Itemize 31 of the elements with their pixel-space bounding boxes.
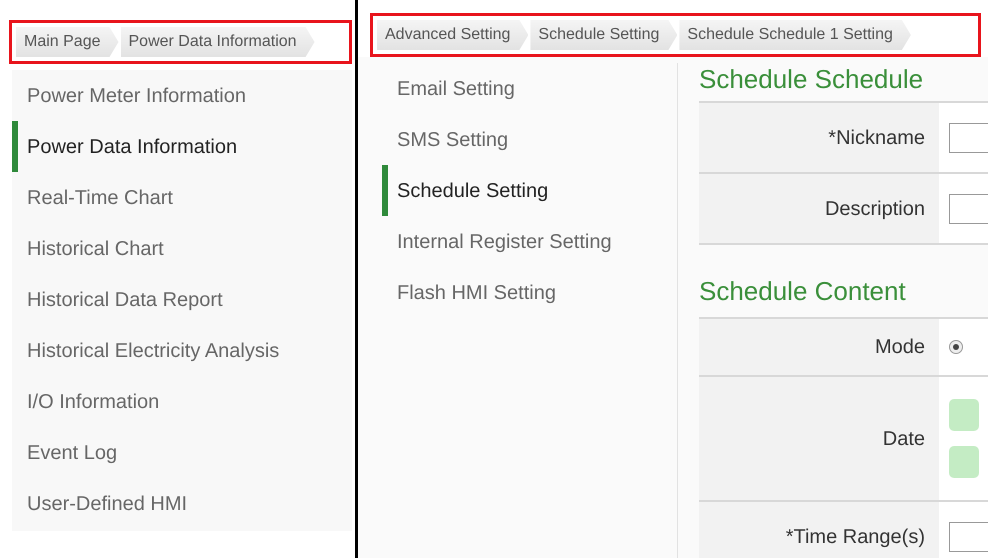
field-label: *Nickname	[828, 126, 925, 150]
breadcrumb-link[interactable]: Power Data Information	[120, 27, 315, 57]
menu-item[interactable]: Flash HMI Setting	[382, 267, 677, 318]
breadcrumb-link[interactable]: Schedule Schedule 1 Setting	[679, 20, 911, 50]
text-field[interactable]	[949, 194, 988, 224]
menu-item[interactable]: Historical Chart	[12, 223, 352, 274]
menu-item[interactable]: Event Log	[12, 427, 352, 478]
text-field[interactable]	[949, 522, 988, 552]
breadcrumb-link[interactable]: Main Page	[16, 27, 118, 57]
menu-item[interactable]: Schedule Setting	[382, 165, 677, 216]
breadcrumb-link[interactable]: Advanced Setting	[377, 20, 528, 50]
text-field[interactable]	[949, 122, 988, 152]
menu-item[interactable]: Real-Time Chart	[12, 172, 352, 223]
date-tag	[949, 399, 979, 431]
menu-item[interactable]: Email Setting	[382, 63, 677, 114]
field-label: Description	[824, 196, 925, 222]
menu-item[interactable]: Power Meter Information	[12, 70, 352, 121]
section-title: Schedule Content	[699, 274, 907, 308]
section-title: Schedule Schedule	[699, 62, 924, 96]
menu-item[interactable]: Historical Electricity Analysis	[12, 325, 352, 376]
date-tag	[949, 446, 979, 478]
menu-item[interactable]: User-Defined HMI	[12, 478, 352, 529]
field-label: Date	[882, 426, 925, 452]
menu-item[interactable]: Internal Register Setting	[382, 216, 677, 267]
breadcrumb-link[interactable]: Schedule Setting	[530, 20, 678, 50]
field-label: Mode	[874, 335, 925, 360]
field-label: *Time Range(s)	[786, 524, 925, 550]
menu-item[interactable]: SMS Setting	[382, 114, 677, 165]
menu-item[interactable]: Historical Data Report	[12, 274, 352, 325]
menu-item[interactable]: I/O Information	[12, 376, 352, 427]
radio-button[interactable]	[949, 340, 963, 354]
